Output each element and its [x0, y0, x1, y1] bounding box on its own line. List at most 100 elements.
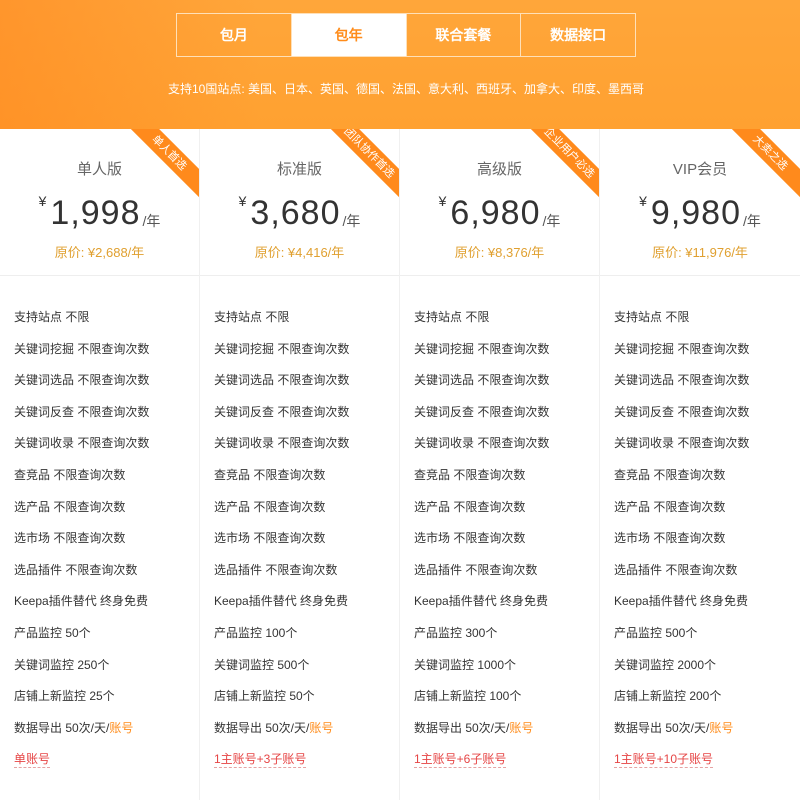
feature-item: 关键词收录 不限查询次数 — [14, 436, 150, 451]
feature-item: 支持站点 不限 — [14, 310, 90, 324]
feature-item: 查竞品 不限查询次数 — [414, 467, 526, 482]
feature-item-export: 数据导出 50次/天/账号 — [614, 716, 800, 748]
feature-item: 支持站点 不限 — [614, 310, 690, 324]
price-row: ¥3,680/年 — [200, 191, 399, 235]
export-text: 数据导出 50次/天/ — [14, 720, 110, 735]
feature-item: Keepa插件替代 终身免费 — [14, 594, 149, 609]
feature-item: 关键词反查 不限查询次数 — [414, 404, 550, 419]
feature-item: 店铺上新监控 50个 — [214, 689, 315, 704]
export-text: 数据导出 50次/天/ — [414, 720, 510, 735]
feature-item: 选市场 不限查询次数 — [614, 531, 726, 546]
feature-item: 选产品 不限查询次数 — [614, 499, 726, 514]
price-period: /年 — [142, 213, 161, 229]
tab-yearly[interactable]: 包年 — [291, 14, 407, 56]
original-price: 原价: ¥4,416/年 — [254, 245, 345, 260]
plan-name: 单人版 — [76, 161, 122, 178]
feature-item: 店铺上新监控 100个 — [414, 689, 522, 704]
export-account-tag: 账号 — [109, 720, 134, 735]
plan-price: 6,980 — [450, 194, 541, 232]
original-price: 原价: ¥2,688/年 — [54, 245, 145, 260]
plan-name: 标准版 — [276, 161, 322, 178]
currency-symbol: ¥ — [438, 193, 447, 209]
feature-item: 产品监控 100个 — [214, 625, 298, 640]
feature-item: 查竞品 不限查询次数 — [14, 467, 126, 482]
original-price: 原价: ¥11,976/年 — [652, 245, 748, 260]
plan-price: 9,980 — [650, 194, 741, 232]
feature-list: 支持站点 不限 关键词挖掘 不限查询次数 关键词选品 不限查询次数 关键词反查 不限查… — [200, 276, 399, 779]
feature-item: 关键词挖掘 不限查询次数 — [414, 341, 550, 356]
pricing-cards: 单人首选 单人版 ¥1,998/年 原价: ¥2,688/年 支持站点 不限 关键词挖掘 … — [0, 129, 800, 800]
feature-item: 关键词挖掘 不限查询次数 — [614, 341, 750, 356]
feature-item: 选市场 不限查询次数 — [14, 531, 126, 546]
account-quota: 1主账号+3子账号 — [214, 752, 307, 769]
price-row: ¥6,980/年 — [400, 191, 599, 235]
feature-list: 支持站点 不限关键词挖掘 不限查询次数 关键词选品 不限查询次数 关键词反查 不限查… — [600, 276, 800, 779]
tab-bundle[interactable]: 联合套餐 — [407, 14, 522, 56]
plan-card-single: 单人首选 单人版 ¥1,998/年 原价: ¥2,688/年 支持站点 不限 关键词挖掘 … — [0, 129, 200, 800]
feature-item-export: 数据导出 50次/天/账号 — [214, 716, 399, 748]
plan-header: 企业用户必选 高级版 ¥6,980/年 原价: ¥8,376/年 — [400, 129, 599, 276]
feature-item: 关键词反查 不限查询次数 — [14, 404, 150, 419]
feature-item: 支持站点 不限 — [414, 310, 490, 324]
feature-item: 关键词监控 1000个 — [414, 657, 517, 672]
feature-item: 关键词反查 不限查询次数 — [614, 404, 750, 419]
plan-name: VIP会员 — [672, 161, 728, 178]
account-quota: 单账号 — [14, 752, 51, 769]
feature-item: 产品监控 500个 — [614, 625, 698, 640]
feature-item: 关键词收录 不限查询次数 — [614, 436, 750, 451]
export-text: 数据导出 50次/天/ — [214, 720, 310, 735]
feature-item: 选产品 不限查询次数 — [14, 499, 126, 514]
plan-name: 高级版 — [476, 161, 522, 178]
feature-item: Keepa插件替代 终身免费 — [414, 594, 549, 609]
export-text: 数据导出 50次/天/ — [614, 720, 710, 735]
feature-list: 支持站点 不限 关键词挖掘 不限查询次数 关键词选品 不限查询次数 关键词反查 不限查… — [0, 276, 199, 779]
feature-item: 关键词挖掘 不限查询次数 — [214, 341, 350, 356]
account-row: 1主账号+3子账号 — [214, 747, 399, 779]
feature-item: Keepa插件替代 终身免费 — [614, 594, 749, 609]
feature-item: 产品监控 50个 — [14, 625, 91, 640]
feature-item: 选产品 不限查询次数 — [214, 499, 326, 514]
feature-list: 支持站点 不限关键词挖掘 不限查询次数 关键词选品 不限查询次数 关键词反查 不限查… — [400, 276, 599, 779]
feature-item: 关键词反查 不限查询次数 — [214, 404, 350, 419]
original-price: 原价: ¥8,376/年 — [454, 245, 545, 260]
feature-item: 选品插件 不限查询次数 — [14, 562, 138, 577]
feature-item: 选市场 不限查询次数 — [414, 531, 526, 546]
feature-item: 选品插件 不限查询次数 — [214, 562, 338, 577]
feature-item: 选产品 不限查询次数 — [414, 499, 526, 514]
feature-item: 关键词收录 不限查询次数 — [214, 436, 350, 451]
account-quota: 1主账号+6子账号 — [414, 752, 507, 769]
billing-tabs: 包月 包年 联合套餐 数据接口 — [176, 13, 636, 57]
account-row: 1主账号+6子账号 — [414, 747, 599, 779]
plan-card-standard: 团队协作首选 标准版 ¥3,680/年 原价: ¥4,416/年 支持站点 不限 关键词挖… — [200, 129, 400, 800]
export-account-tag: 账号 — [509, 720, 534, 735]
feature-item: 关键词收录 不限查询次数 — [414, 436, 550, 451]
plan-price: 1,998 — [50, 194, 141, 232]
feature-item: 店铺上新监控 200个 — [614, 689, 722, 704]
feature-item: 查竞品 不限查询次数 — [614, 467, 726, 482]
feature-item: 产品监控 300个 — [414, 625, 498, 640]
export-account-tag: 账号 — [709, 720, 734, 735]
account-quota: 1主账号+10子账号 — [614, 752, 714, 769]
account-row: 1主账号+10子账号 — [614, 747, 800, 779]
feature-item: 店铺上新监控 25个 — [14, 689, 115, 704]
account-row: 单账号 — [14, 747, 199, 779]
feature-item: 支持站点 不限 — [214, 310, 290, 324]
price-row: ¥9,980/年 — [600, 191, 800, 235]
feature-item-export: 数据导出 50次/天/账号 — [414, 716, 599, 748]
feature-item: 查竞品 不限查询次数 — [214, 467, 326, 482]
currency-symbol: ¥ — [38, 193, 47, 209]
plan-card-vip: 大卖之选 VIP会员 ¥9,980/年 原价: ¥11,976/年 支持站点 不限 关键词… — [600, 129, 800, 800]
tab-data-api[interactable]: 数据接口 — [521, 14, 635, 56]
price-period: /年 — [342, 213, 361, 229]
feature-item-export: 数据导出 50次/天/账号 — [14, 716, 199, 748]
tab-monthly[interactable]: 包月 — [177, 14, 292, 56]
price-period: /年 — [542, 213, 561, 229]
currency-symbol: ¥ — [238, 193, 247, 209]
feature-item: 关键词监控 2000个 — [614, 657, 717, 672]
feature-item: 关键词选品 不限查询次数 — [414, 373, 550, 388]
feature-item: Keepa插件替代 终身免费 — [214, 594, 349, 609]
feature-item: 关键词选品 不限查询次数 — [614, 373, 750, 388]
plan-header: 单人首选 单人版 ¥1,998/年 原价: ¥2,688/年 — [0, 129, 199, 276]
price-row: ¥1,998/年 — [0, 191, 199, 235]
feature-item: 选品插件 不限查询次数 — [614, 562, 738, 577]
